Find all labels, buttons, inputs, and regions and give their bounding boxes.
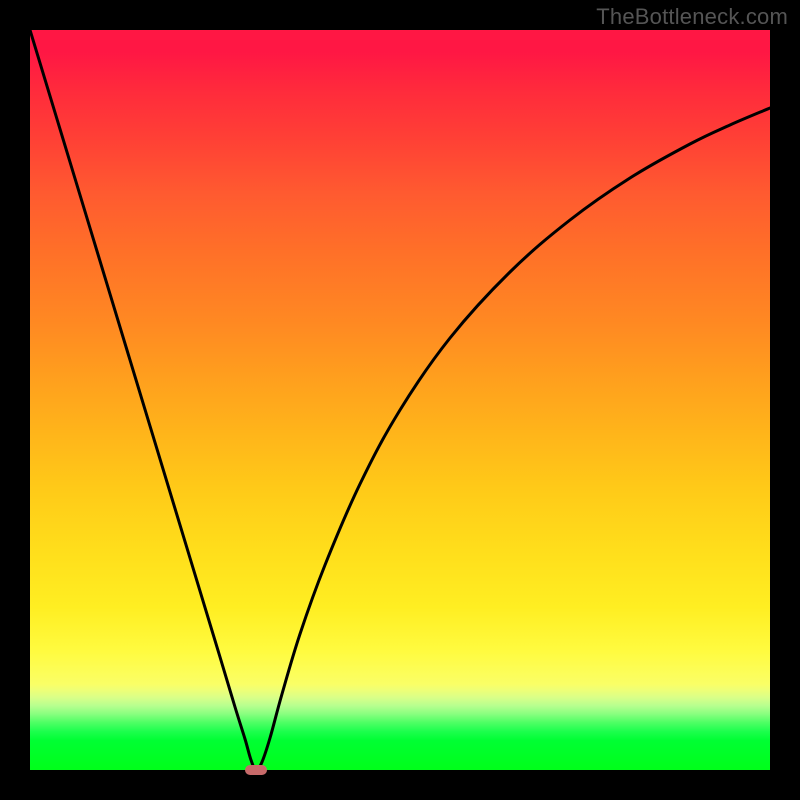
chart-frame: TheBottleneck.com [0, 0, 800, 800]
plot-area [30, 30, 770, 770]
curve-layer [30, 30, 770, 770]
minimum-marker [245, 765, 267, 775]
attribution-text: TheBottleneck.com [596, 4, 788, 30]
curve-path [30, 30, 770, 770]
